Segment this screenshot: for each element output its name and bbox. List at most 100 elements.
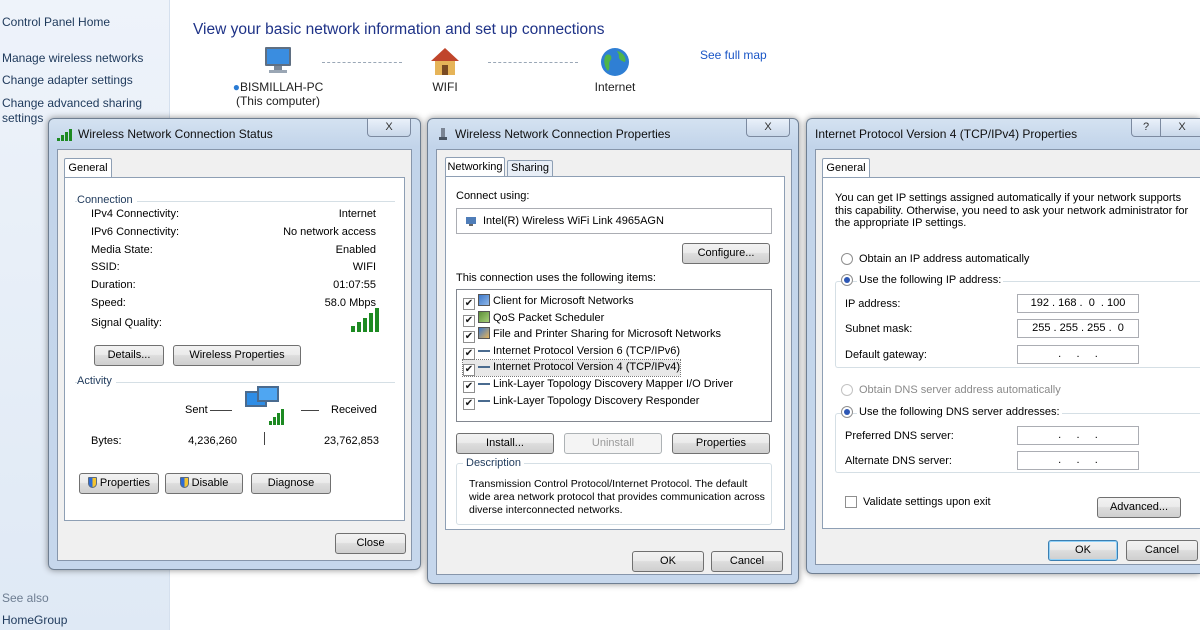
close-button[interactable]: X: [746, 119, 790, 137]
use-following-ip-label: Use the following IP address:: [857, 274, 1004, 286]
adapter-name: Intel(R) Wireless WiFi Link 4965AGN: [483, 215, 664, 227]
list-item[interactable]: ✔ Internet Protocol Version 4 (TCP/IPv4): [461, 359, 682, 378]
bytes-label: Bytes:: [91, 435, 122, 447]
control-panel-home-link[interactable]: Control Panel Home: [2, 15, 110, 30]
item-checkbox[interactable]: ✔: [463, 331, 475, 344]
help-button[interactable]: ?: [1131, 119, 1161, 137]
window-body: General You can get IP settings assigned…: [815, 149, 1200, 565]
validate-checkbox[interactable]: [845, 496, 857, 508]
connection-detail-value: Internet: [338, 208, 376, 220]
default-gateway-field[interactable]: . . .: [1017, 345, 1139, 364]
close-icon: X: [385, 121, 393, 133]
window-body: Networking Sharing Connect using: Intel(…: [436, 149, 792, 575]
preferred-dns-label: Preferred DNS server:: [845, 430, 954, 442]
protocol-icon: [478, 395, 490, 402]
alternate-dns-field[interactable]: . . .: [1017, 451, 1139, 470]
computer-sublabel: (This computer): [235, 94, 321, 108]
close-button[interactable]: X: [1160, 119, 1200, 137]
list-item[interactable]: ✔ Link-Layer Topology Discovery Mapper I/…: [463, 377, 733, 393]
sharing-icon: [478, 327, 490, 340]
item-checkbox[interactable]: ✔: [463, 381, 475, 393]
map-computer-node[interactable]: ●BISMILLAH-PC (This computer): [228, 44, 328, 108]
change-sharing-link[interactable]: Change advanced sharing: [2, 96, 142, 111]
homegroup-link[interactable]: HomeGroup: [2, 613, 67, 628]
list-item[interactable]: ✔ Client for Microsoft Networks: [463, 294, 634, 310]
ok-button[interactable]: OK: [632, 551, 704, 572]
ip-address-label: IP address:: [845, 298, 901, 310]
manage-wireless-link[interactable]: Manage wireless networks: [2, 51, 143, 66]
disable-button-label: Disable: [191, 477, 229, 489]
properties-button[interactable]: Properties: [672, 433, 770, 454]
diagnose-button[interactable]: Diagnose: [251, 473, 331, 494]
list-item[interactable]: ✔ QoS Packet Scheduler: [463, 310, 605, 327]
item-checkbox[interactable]: ✔: [463, 397, 475, 410]
intro-text: You can get IP settings assigned automat…: [835, 192, 1189, 229]
item-checkbox[interactable]: ✔: [463, 364, 475, 377]
connection-detail-value: 01:07:55: [333, 279, 376, 292]
preferred-dns-field[interactable]: . . .: [1017, 426, 1139, 445]
install-button[interactable]: Install...: [456, 433, 554, 454]
change-sharing-link-line2[interactable]: settings: [2, 111, 43, 126]
connection-detail-label: Duration:: [91, 279, 136, 292]
list-item-label: QoS Packet Scheduler: [493, 311, 605, 324]
network-globe-icon: ●: [232, 80, 240, 94]
cancel-button[interactable]: Cancel: [711, 551, 783, 572]
connection-detail-label: IPv4 Connectivity:: [91, 208, 180, 220]
tab-sharing[interactable]: Sharing: [507, 160, 553, 177]
connection-group-title: Connection: [77, 194, 137, 206]
item-checkbox[interactable]: ✔: [463, 314, 475, 327]
details-button[interactable]: Details...: [94, 345, 164, 366]
uninstall-button[interactable]: Uninstall: [564, 433, 662, 454]
change-adapter-link[interactable]: Change adapter settings: [2, 73, 133, 88]
close-dialog-button[interactable]: Close: [335, 533, 406, 554]
ip-address-field[interactable]: 192 . 168 . 0 . 100: [1017, 294, 1139, 313]
window-title: Wireless Network Connection Status: [78, 127, 273, 141]
list-item-label: Client for Microsoft Networks: [493, 295, 634, 307]
cancel-button[interactable]: Cancel: [1126, 540, 1198, 561]
advanced-button[interactable]: Advanced...: [1097, 497, 1181, 518]
connection-detail-value: No network access: [283, 225, 376, 238]
obtain-ip-auto-radio[interactable]: [841, 253, 853, 265]
item-checkbox[interactable]: ✔: [463, 347, 475, 360]
items-list[interactable]: ✔ Client for Microsoft Networks ✔ QoS Packe…: [456, 289, 772, 422]
tab-networking[interactable]: Networking: [445, 157, 505, 177]
map-internet-node[interactable]: Internet: [580, 46, 650, 94]
close-button[interactable]: X: [367, 119, 411, 137]
connection-properties-window: Wireless Network Connection Properties X…: [427, 118, 799, 584]
properties-button[interactable]: Properties: [79, 473, 159, 494]
tab-panel: Connection IPv4 Connectivity: Internet IPv…: [64, 177, 405, 521]
signal-icon: [57, 129, 73, 141]
ok-button[interactable]: OK: [1048, 540, 1118, 561]
network-adapter-icon: [439, 128, 447, 140]
subnet-mask-field[interactable]: 255 . 255 . 255 . 0: [1017, 319, 1139, 338]
close-icon: X: [1178, 121, 1186, 133]
connection-detail-value: WIFI: [352, 261, 376, 274]
bytes-received-value: 23,762,853: [323, 435, 379, 447]
use-following-ip-radio[interactable]: [841, 274, 853, 286]
list-item[interactable]: ✔ Link-Layer Topology Discovery Responder: [463, 394, 699, 410]
wireless-properties-button[interactable]: Wireless Properties: [173, 345, 301, 366]
protocol-icon: [478, 361, 490, 369]
network-name: WIFI: [432, 80, 458, 94]
see-full-map-link[interactable]: See full map: [700, 48, 767, 62]
subnet-mask-label: Subnet mask:: [845, 323, 913, 335]
connection-detail-label: Media State:: [91, 243, 153, 256]
tab-general[interactable]: General: [64, 158, 112, 178]
disable-button[interactable]: Disable: [165, 473, 243, 494]
map-network-node[interactable]: WIFI: [410, 46, 480, 94]
obtain-dns-auto-radio[interactable]: [841, 384, 853, 396]
list-item[interactable]: ✔ Internet Protocol Version 6 (TCP/IPv6): [463, 344, 680, 360]
use-following-dns-label: Use the following DNS server addresses:: [857, 406, 1062, 418]
bytes-sent-value: 4,236,260: [188, 435, 237, 447]
default-gateway-label: Default gateway:: [845, 349, 927, 361]
obtain-ip-auto-label: Obtain an IP address automatically: [859, 253, 1030, 265]
use-following-dns-radio[interactable]: [841, 406, 853, 418]
properties-button-label: Properties: [99, 477, 151, 489]
tab-general[interactable]: General: [822, 158, 870, 178]
description-group: Description Transmission Control Protoco…: [456, 457, 772, 525]
configure-button[interactable]: Configure...: [682, 243, 770, 264]
window-title: Wireless Network Connection Properties: [455, 127, 671, 141]
connection-detail-label: Speed:: [91, 297, 126, 309]
list-item[interactable]: ✔ File and Printer Sharing for Microsoft …: [463, 327, 721, 344]
item-checkbox[interactable]: ✔: [463, 298, 475, 310]
